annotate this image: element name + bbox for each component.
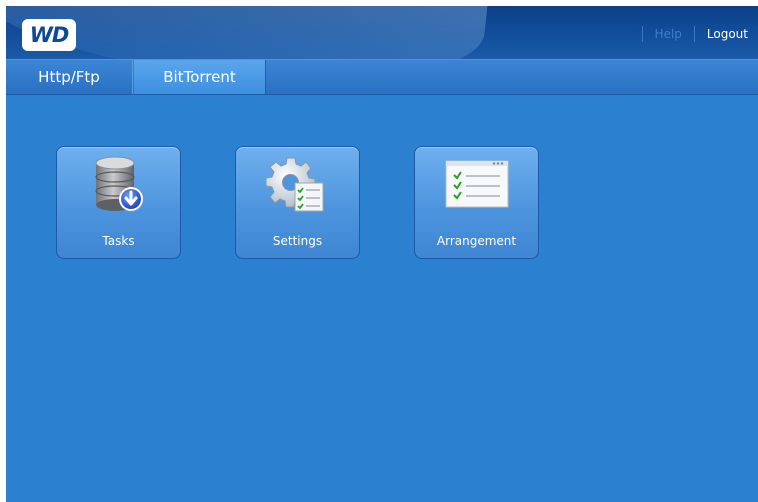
arrangement-label: Arrangement (436, 234, 517, 248)
logout-link[interactable]: Logout (707, 27, 748, 41)
link-separator (693, 26, 695, 42)
arrangement-tile[interactable]: Arrangement (414, 146, 539, 259)
top-links: Help Logout (630, 26, 748, 42)
header-swoosh (6, 6, 492, 59)
checklist-icon (445, 160, 508, 208)
header-bar: WD Help Logout (6, 6, 758, 59)
gear-checklist-icon (265, 157, 323, 212)
tasks-label: Tasks (102, 234, 135, 248)
tab-bittorrent[interactable]: BitTorrent (134, 60, 266, 94)
settings-label: Settings (272, 234, 323, 248)
tab-bar: Http/Ftp BitTorrent (6, 59, 758, 95)
link-separator (641, 26, 643, 42)
tab-http-ftp[interactable]: Http/Ftp (6, 60, 133, 94)
wd-logo[interactable]: WD (22, 19, 76, 51)
settings-tile[interactable]: Settings (235, 146, 360, 259)
help-link[interactable]: Help (655, 27, 682, 41)
tasks-tile[interactable]: Tasks (56, 146, 181, 259)
database-download-icon (94, 156, 143, 211)
app-window: WD Help Logout Http/Ftp BitTorrent Tasks… (6, 6, 758, 502)
logo-text: WD (29, 23, 70, 47)
